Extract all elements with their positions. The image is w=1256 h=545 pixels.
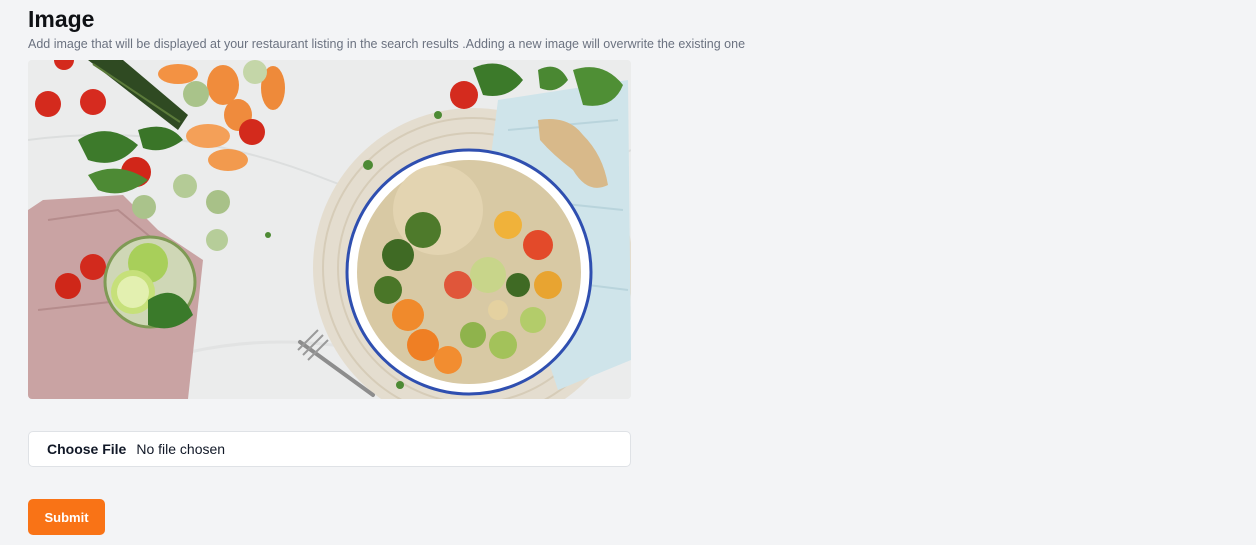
submit-button[interactable]: Submit xyxy=(28,499,105,535)
restaurant-image-preview xyxy=(28,60,631,399)
choose-file-button[interactable]: Choose File xyxy=(47,441,126,457)
file-status-text: No file chosen xyxy=(136,441,226,457)
file-upload-field[interactable]: Choose File No file chosen xyxy=(28,431,631,467)
section-description: Add image that will be displayed at your… xyxy=(28,37,746,51)
image-settings-page: Image Add image that will be displayed a… xyxy=(0,0,1256,545)
section-title: Image xyxy=(28,6,95,32)
